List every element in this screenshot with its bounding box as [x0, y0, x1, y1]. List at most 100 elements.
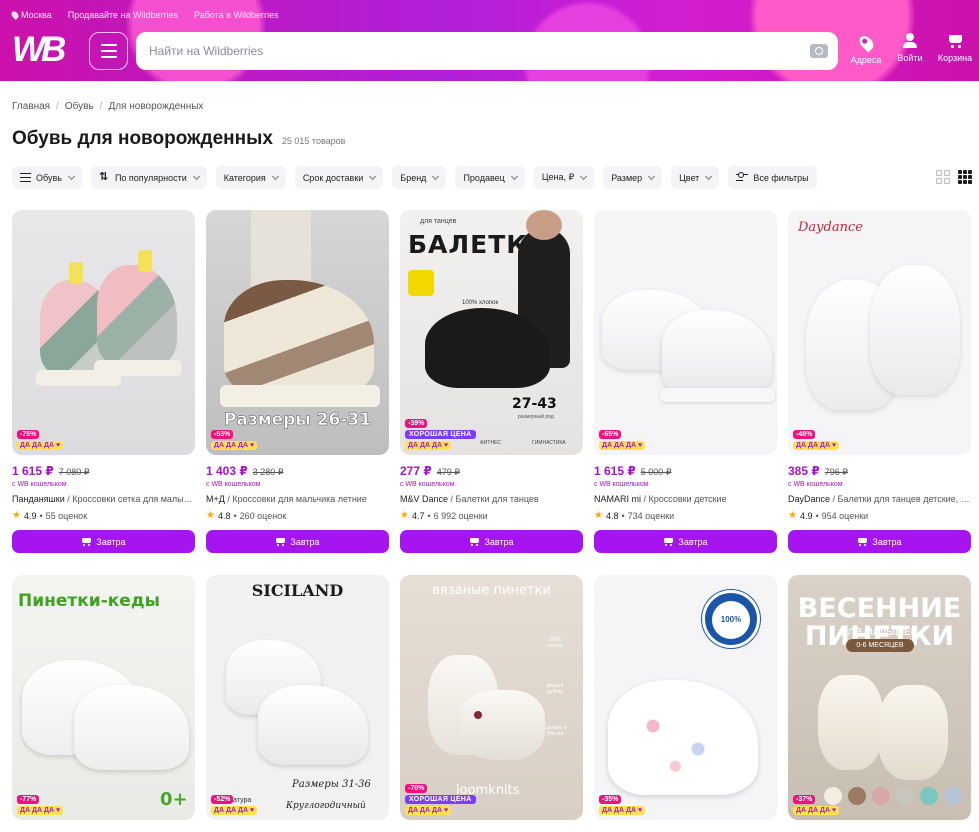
- search-input[interactable]: [149, 32, 789, 70]
- chevron-down-icon: [271, 172, 279, 180]
- promo-badge: ДА ДА ДА: [17, 806, 64, 815]
- chevron-down-icon: [192, 172, 200, 180]
- star-icon: ★: [400, 510, 409, 521]
- location-pin-icon: [10, 10, 20, 20]
- product-count: 25 015 товаров: [281, 136, 346, 146]
- product-image[interactable]: для танцев БАЛЕТКИ 100% хлопок 27-43 раз…: [400, 210, 583, 455]
- discount-badge: -37%: [793, 795, 816, 804]
- breadcrumb-shoes[interactable]: Обувь: [65, 101, 94, 112]
- product-name[interactable]: NAMARI mi / Кроссовки детские: [594, 494, 777, 504]
- product-card[interactable]: для танцев БАЛЕТКИ 100% хлопок 27-43 раз…: [400, 210, 583, 553]
- addresses-button[interactable]: Адреса: [844, 33, 888, 65]
- camera-search-icon[interactable]: [810, 44, 828, 58]
- product-image[interactable]: вязаные пинетки 100% хлопок вязка в рубч…: [400, 575, 583, 820]
- product-image[interactable]: ВЕСЕННИЕ ПИНЕТКИ ДЛЯ МАЛЫШЕЙ 0-6 МЕСЯЦЕВ…: [788, 575, 971, 820]
- product-image[interactable]: -65% ДА ДА ДА: [594, 210, 777, 455]
- product-image[interactable]: Daydance -48% ДА ДА ДА: [788, 210, 971, 455]
- sort-icon: ⇅: [98, 171, 109, 183]
- filter-price[interactable]: Цена, ₽: [533, 166, 595, 189]
- filter-size[interactable]: Размер: [603, 166, 663, 189]
- product-image[interactable]: SICILAND Размеры 31-36 Круглогодичный На…: [206, 575, 389, 820]
- cart-button[interactable]: Корзина: [933, 33, 977, 63]
- product-card[interactable]: 100% -35% ДА ДА ДА: [594, 575, 777, 820]
- cart-label: Корзина: [937, 53, 973, 63]
- wallet-note: с WB кошельком: [594, 481, 649, 488]
- photo-caption: вязаные пинетки: [432, 583, 551, 598]
- cart-icon: [81, 537, 92, 546]
- product-grid: -75% ДА ДА ДА 1 615 ₽ 7 080 ₽ с WB кошель…: [12, 210, 972, 820]
- large-grid-view-icon[interactable]: [936, 170, 950, 184]
- add-to-cart-button[interactable]: Завтра: [400, 530, 583, 553]
- login-label: Войти: [897, 53, 923, 63]
- promo-badge: ДА ДА ДА: [405, 806, 452, 815]
- product-name[interactable]: M&V Dance / Балетки для танцев: [400, 494, 583, 504]
- product-card[interactable]: ВЕСЕННИЕ ПИНЕТКИ ДЛЯ МАЛЫШЕЙ 0-6 МЕСЯЦЕВ…: [788, 575, 971, 820]
- discount-badge: -77%: [17, 795, 40, 804]
- star-icon: ★: [788, 510, 797, 521]
- menu-button[interactable]: [89, 32, 128, 70]
- product-card[interactable]: -65% ДА ДА ДА 1 615 ₽ 5 000 ₽ с WB кошель…: [594, 210, 777, 553]
- star-icon: ★: [594, 510, 603, 521]
- filter-brand[interactable]: Бренд: [392, 166, 447, 189]
- add-to-cart-button[interactable]: Завтра: [206, 530, 389, 553]
- good-price-badge: ХОРОШАЯ ЦЕНА: [405, 430, 476, 439]
- product-card[interactable]: Пинетки-кеды 0+ -77% ДА ДА ДА: [12, 575, 195, 820]
- cart-icon: [947, 33, 963, 49]
- discount-badge: -39%: [405, 419, 428, 428]
- add-to-cart-button[interactable]: Завтра: [594, 530, 777, 553]
- discount-badge: -53%: [211, 430, 234, 439]
- product-image[interactable]: Пинетки-кеды 0+ -77% ДА ДА ДА: [12, 575, 195, 820]
- product-image[interactable]: 100% -35% ДА ДА ДА: [594, 575, 777, 820]
- price: 277 ₽: [400, 464, 432, 478]
- filter-category-menu[interactable]: Обувь: [12, 166, 82, 189]
- promo-badge: ДА ДА ДА: [211, 806, 258, 815]
- rating: ★ 4.9 • 55 оценок: [12, 510, 88, 521]
- jobs-link[interactable]: Работа в Wildberries: [194, 10, 279, 20]
- all-filters-button[interactable]: Все фильтры: [728, 166, 817, 189]
- chevron-down-icon: [510, 172, 518, 180]
- location-pin-icon: [856, 33, 876, 53]
- breadcrumb-home[interactable]: Главная: [12, 101, 50, 112]
- product-card[interactable]: Daydance -48% ДА ДА ДА 385 ₽ 796 ₽ с WB к…: [788, 210, 971, 553]
- price: 1 403 ₽: [206, 464, 248, 478]
- product-card[interactable]: SICILAND Размеры 31-36 Круглогодичный На…: [206, 575, 389, 820]
- discount-badge: -75%: [17, 430, 40, 439]
- price: 1 615 ₽: [594, 464, 636, 478]
- old-price: 5 000 ₽: [640, 467, 672, 477]
- page-heading: Обувь для новорожденных 25 015 товаров: [12, 128, 345, 150]
- sort-dropdown[interactable]: ⇅ По популярности: [90, 166, 207, 189]
- list-icon: [20, 173, 31, 182]
- cart-icon: [469, 537, 480, 546]
- photo-caption: Пинетки-кеды: [18, 591, 160, 611]
- filter-seller[interactable]: Продавец: [455, 166, 525, 189]
- cart-icon: [857, 537, 868, 546]
- discount-badge: -70%: [405, 784, 428, 793]
- chevron-down-icon: [648, 172, 656, 180]
- product-name[interactable]: Панданяшки / Кроссовки сетка для малыш..…: [12, 494, 195, 504]
- city-link[interactable]: Москва: [10, 10, 52, 20]
- product-image[interactable]: Размеры 26-31 -53% ДА ДА ДА: [206, 210, 389, 455]
- price: 385 ₽: [788, 464, 820, 478]
- login-button[interactable]: Войти: [888, 33, 932, 63]
- addresses-label: Адреса: [850, 55, 882, 65]
- wb-logo[interactable]: WB: [12, 31, 76, 69]
- star-icon: ★: [206, 510, 215, 521]
- promo-badge: ДА ДА ДА: [599, 806, 646, 815]
- product-card[interactable]: -75% ДА ДА ДА 1 615 ₽ 7 080 ₽ с WB кошель…: [12, 210, 195, 553]
- product-name[interactable]: М+Д / Кроссовки для мальчика летние: [206, 494, 389, 504]
- filter-color[interactable]: Цвет: [671, 166, 720, 189]
- small-grid-view-icon[interactable]: [958, 170, 972, 184]
- product-card[interactable]: Размеры 26-31 -53% ДА ДА ДА 1 403 ₽ 3 280…: [206, 210, 389, 553]
- discount-badge: -52%: [211, 795, 234, 804]
- add-to-cart-button[interactable]: Завтра: [788, 530, 971, 553]
- filter-category[interactable]: Категория: [215, 166, 286, 189]
- filter-delivery[interactable]: Срок доставки: [294, 166, 384, 189]
- product-name[interactable]: DayDance / Балетки для танцев детские, ж…: [788, 494, 971, 504]
- sell-link[interactable]: Продавайте на Wildberries: [68, 10, 178, 20]
- product-card[interactable]: вязаные пинетки 100% хлопок вязка в рубч…: [400, 575, 583, 820]
- photo-size: 27-43: [512, 396, 557, 412]
- add-to-cart-button[interactable]: Завтра: [12, 530, 195, 553]
- wallet-note: с WB кошельком: [400, 481, 455, 488]
- photo-top-text: для танцев: [420, 218, 457, 225]
- product-image[interactable]: -75% ДА ДА ДА: [12, 210, 195, 455]
